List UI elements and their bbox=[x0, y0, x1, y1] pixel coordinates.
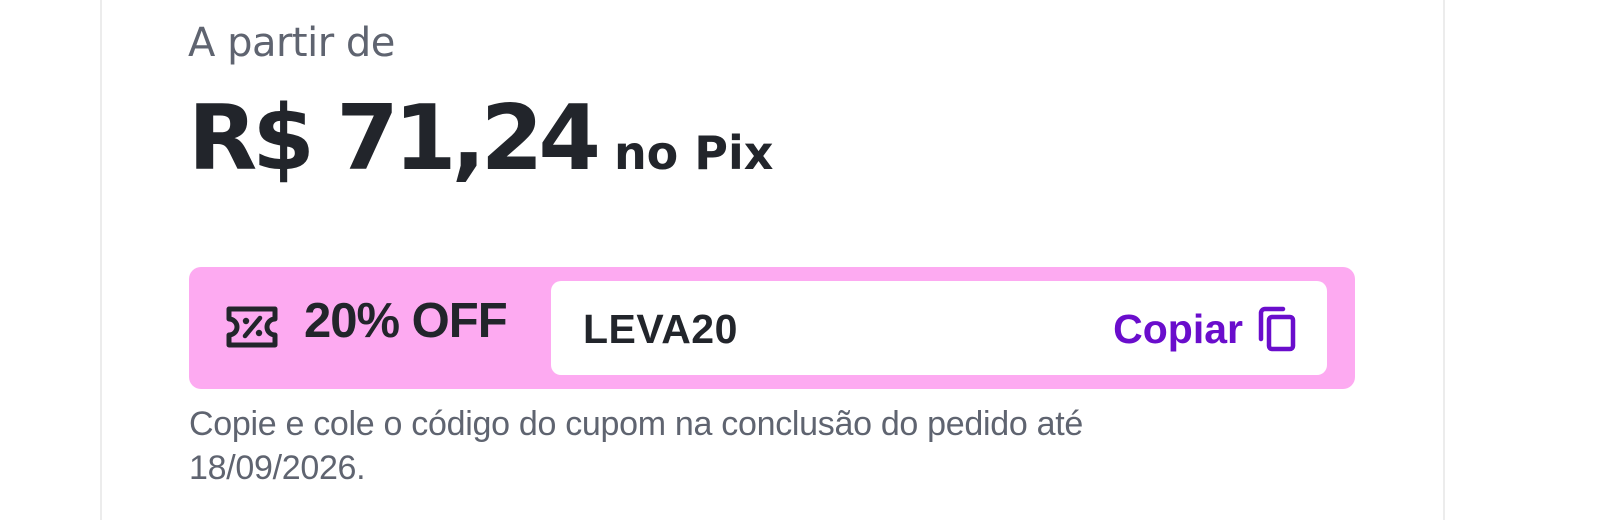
copy-button[interactable]: Copiar bbox=[1113, 301, 1299, 357]
copy-icon bbox=[1258, 306, 1296, 352]
coupon-code: LEVA20 bbox=[583, 306, 738, 352]
price-row: R$ 71,24 no Pix bbox=[188, 86, 773, 191]
copy-button-label: Copiar bbox=[1113, 305, 1243, 352]
price-from-label: A partir de bbox=[188, 20, 395, 66]
coupon-banner: 20% OFF LEVA20 Copiar bbox=[189, 267, 1355, 389]
coupon-instructions: Copie e cole o código do cupom na conclu… bbox=[189, 405, 1083, 487]
coupon-code-box: LEVA20 Copiar bbox=[551, 281, 1327, 375]
discount-label: 20% OFF bbox=[304, 294, 508, 348]
ticket-percent-icon bbox=[226, 306, 278, 348]
price-value: R$ 71,24 bbox=[188, 86, 601, 191]
payment-method-label: no Pix bbox=[613, 126, 774, 180]
